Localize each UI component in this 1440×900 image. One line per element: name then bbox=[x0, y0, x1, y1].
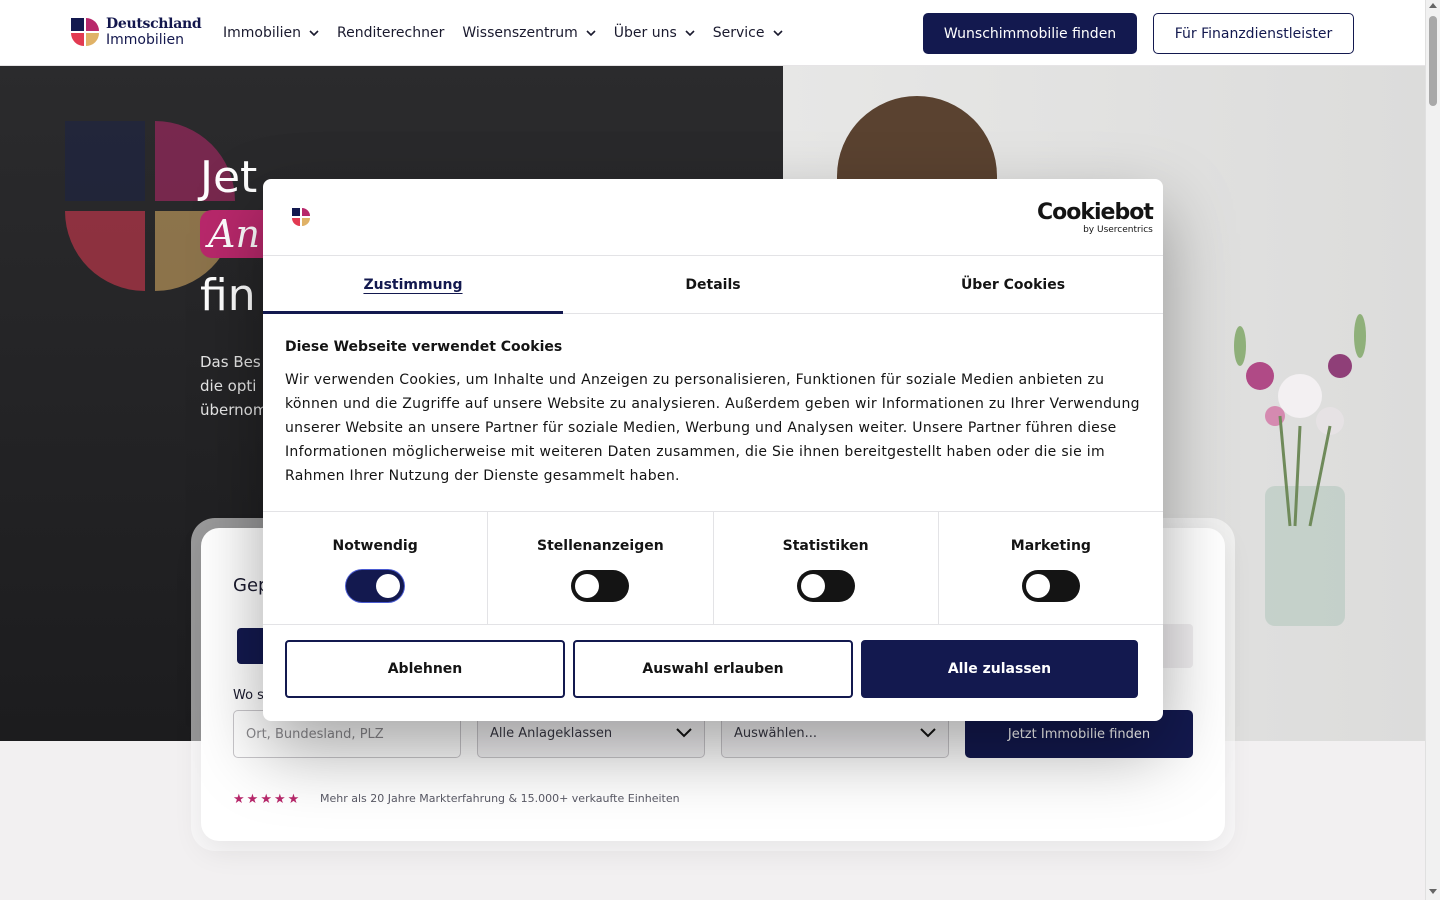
chevron-down-icon bbox=[772, 30, 783, 37]
dialog-title: Diese Webseite verwendet Cookies bbox=[285, 339, 563, 355]
tab-label: Über Cookies bbox=[960, 276, 1066, 293]
scroll-up-arrow-icon[interactable] bbox=[1429, 3, 1437, 8]
rating-stars: ★ ★ ★ ★ ★ bbox=[233, 792, 299, 807]
category-label: Stellenanzeigen bbox=[537, 538, 664, 554]
nav-item-immobilien[interactable]: Immobilien bbox=[223, 25, 319, 41]
cookiebot-byline: by Usercentrics bbox=[1083, 225, 1153, 235]
tab-label: Details bbox=[685, 276, 741, 293]
toggle-knob bbox=[800, 574, 825, 598]
allow-all-button[interactable]: Alle zulassen bbox=[861, 640, 1138, 698]
decline-button[interactable]: Ablehnen bbox=[285, 640, 565, 698]
site-logo-icon bbox=[292, 208, 310, 226]
logo-mark-icon bbox=[71, 18, 99, 46]
scroll-down-arrow-icon[interactable] bbox=[1429, 889, 1437, 894]
cookiebot-logo[interactable]: Cookiebot by Usercentrics bbox=[1037, 200, 1154, 236]
toggle-notwendig[interactable] bbox=[346, 570, 405, 602]
star-icon: ★ bbox=[233, 792, 245, 807]
nav-item-wissenszentrum[interactable]: Wissenszentrum bbox=[462, 25, 596, 41]
hero-heading-pill: An bbox=[200, 210, 270, 258]
category-label: Notwendig bbox=[332, 538, 418, 554]
nav-label: Wissenszentrum bbox=[462, 25, 578, 41]
cookiebot-brand: Cookiebot bbox=[1037, 200, 1154, 225]
star-icon: ★ bbox=[260, 792, 272, 807]
star-icon: ★ bbox=[246, 792, 259, 807]
tab-details[interactable]: Details bbox=[563, 256, 863, 313]
category-label: Marketing bbox=[1010, 538, 1091, 554]
chevron-down-icon bbox=[685, 30, 695, 37]
star-icon: ★ bbox=[287, 792, 300, 807]
tab-zustimmung[interactable]: Zustimmung bbox=[263, 256, 563, 314]
wunschimmobilie-button[interactable]: Wunschimmobilie finden bbox=[923, 13, 1137, 54]
nav-label: Über uns bbox=[613, 25, 677, 41]
tab-ueber-cookies[interactable]: Über Cookies bbox=[863, 256, 1163, 313]
chevron-down-icon bbox=[586, 30, 596, 37]
nav-item-service[interactable]: Service bbox=[713, 25, 783, 41]
scroll-thumb[interactable] bbox=[1429, 16, 1437, 106]
finanzdienstleister-button[interactable]: Für Finanzdienstleister bbox=[1153, 13, 1354, 54]
filter-value: Auswählen... bbox=[734, 725, 817, 741]
nav-label: Renditerechner bbox=[337, 25, 445, 41]
chevron-down-icon bbox=[309, 30, 319, 37]
toggle-stellenanzeigen[interactable] bbox=[571, 570, 630, 602]
active-tab-indicator bbox=[263, 311, 563, 314]
site-logo[interactable]: Deutschland Immobilien bbox=[70, 16, 202, 48]
chevron-down-icon bbox=[920, 728, 936, 738]
nav-item-renditerechner[interactable]: Renditerechner bbox=[337, 25, 444, 41]
tab-label: Zustimmung bbox=[363, 276, 463, 293]
cookie-category-toggles: Notwendig Stellenanzeigen Statistiken Ma… bbox=[263, 511, 1163, 625]
category-label: Statistiken bbox=[782, 538, 869, 554]
category-marketing: Marketing bbox=[939, 512, 1163, 624]
allow-selection-button[interactable]: Auswahl erlauben bbox=[573, 640, 853, 698]
hero-subtext: Das Bes die opti übernom bbox=[200, 353, 268, 419]
toggle-knob bbox=[376, 574, 401, 598]
nav-label: Immobilien bbox=[223, 25, 302, 41]
cookie-tabs: Zustimmung Details Über Cookies bbox=[263, 256, 1163, 314]
asset-class-value: Alle Anlageklassen bbox=[490, 725, 613, 741]
rating-text: Mehr als 20 Jahre Markterfahrung & 15.00… bbox=[320, 792, 680, 805]
dialog-body-text: Wir verwenden Cookies, um Inhalte und An… bbox=[285, 372, 1140, 484]
page-scrollbar[interactable] bbox=[1425, 0, 1440, 900]
toggle-knob bbox=[1025, 574, 1050, 598]
toggle-statistiken[interactable] bbox=[796, 570, 855, 602]
category-stellenanzeigen: Stellenanzeigen bbox=[488, 512, 714, 624]
nav-item-ueber-uns[interactable]: Über uns bbox=[614, 25, 695, 41]
chevron-down-icon bbox=[676, 728, 692, 738]
category-statistiken: Statistiken bbox=[714, 512, 939, 624]
nav-label: Service bbox=[712, 25, 765, 41]
logo-line2: Immobilien bbox=[106, 32, 185, 48]
cookie-consent-dialog: Cookiebot by Usercentrics Zustimmung Det… bbox=[263, 179, 1163, 721]
category-notwendig: Notwendig bbox=[263, 512, 489, 624]
main-nav: Immobilien Renditerechner Wissenszentrum… bbox=[223, 0, 801, 66]
star-icon: ★ bbox=[273, 792, 286, 807]
hero-heading-line1: Jet bbox=[200, 152, 258, 203]
location-label: Wo s bbox=[233, 688, 264, 703]
location-placeholder: Ort, Bundesland, PLZ bbox=[246, 726, 384, 742]
hero-heading-line3: fin bbox=[200, 270, 256, 321]
site-header: Deutschland Immobilien Immobilien Rendit… bbox=[0, 0, 1425, 66]
toggle-knob bbox=[575, 574, 600, 598]
dialog-header: Cookiebot by Usercentrics bbox=[263, 179, 1163, 256]
toggle-marketing[interactable] bbox=[1021, 570, 1080, 602]
logo-line1: Deutschland bbox=[106, 16, 202, 32]
